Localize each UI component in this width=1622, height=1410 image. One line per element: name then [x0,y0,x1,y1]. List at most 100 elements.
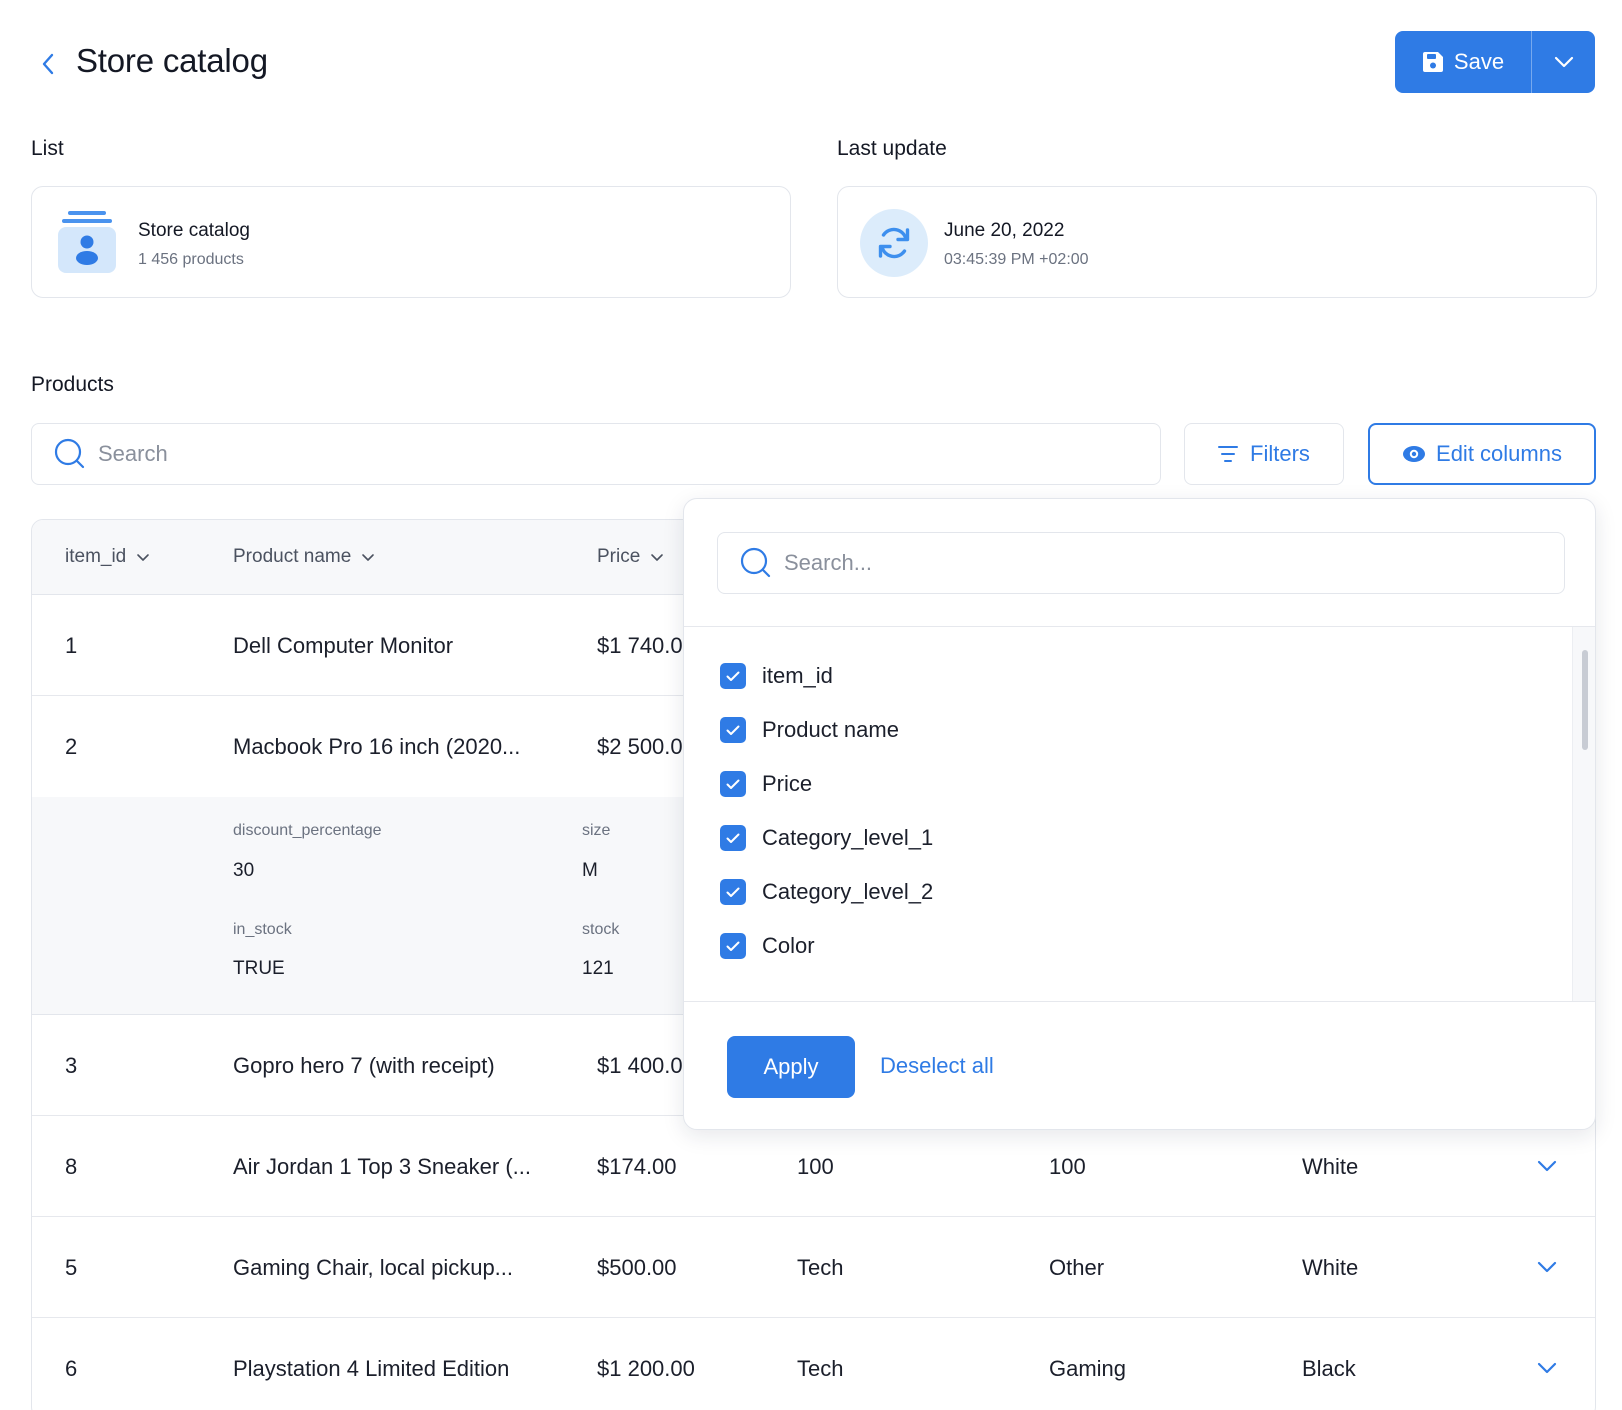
cell-item-id: 6 [65,1356,78,1381]
column-search [717,532,1565,594]
column-header-label: item_id [65,546,127,567]
detail-value-stock: 121 [582,958,614,979]
filters-button[interactable]: Filters [1184,423,1344,485]
check-icon [726,941,740,951]
refresh-icon-badge [860,209,928,277]
floppy-disk-icon [1422,52,1443,72]
check-icon [726,779,740,789]
checkbox-checked[interactable] [720,825,746,851]
column-option-label: Price [762,771,813,796]
column-option-item-id[interactable]: item_id [720,663,833,689]
column-list-scrollbar[interactable] [1572,627,1595,1001]
column-option-product-name[interactable]: Product name [720,717,899,743]
chevron-down-icon [137,553,150,561]
edit-columns-button-label: Edit columns [1436,441,1562,466]
cell-category-level-2: Other [1049,1255,1105,1280]
save-options-button[interactable] [1532,31,1595,93]
checkbox-checked[interactable] [720,771,746,797]
column-option-color[interactable]: Color [720,933,815,959]
column-option-label: Category_level_1 [762,825,934,850]
column-option-price[interactable]: Price [720,771,812,797]
save-button[interactable]: Save [1395,31,1531,93]
apply-button[interactable]: Apply [727,1036,855,1098]
product-search [31,423,1161,485]
column-option-label: item_id [762,663,833,688]
detail-label-in-stock: in_stock [233,921,292,938]
checkbox-checked[interactable] [720,933,746,959]
search-icon [740,547,771,578]
chevron-down-icon [1554,56,1573,68]
cell-price: $2 500.00 [597,734,695,759]
check-icon [726,671,740,681]
table-row[interactable]: 8 Air Jordan 1 Top 3 Sneaker (... $174.0… [32,1116,1595,1217]
column-header-label: Price [597,546,641,567]
chevron-down-icon [651,553,664,561]
cell-item-id: 5 [65,1255,78,1280]
cell-product-name: Gopro hero 7 (with receipt) [233,1053,495,1078]
column-option-category-level-2[interactable]: Category_level_2 [720,879,933,905]
cell-item-id: 1 [65,633,78,658]
cell-product-name: Air Jordan 1 Top 3 Sneaker (... [233,1154,531,1179]
column-header-item-id[interactable]: item_id [65,546,150,568]
column-header-product-name[interactable]: Product name [233,546,375,568]
cell-price: $1 400.00 [597,1053,695,1078]
column-search-input[interactable] [784,550,1544,576]
column-option-label: Product name [762,717,899,742]
cell-product-name: Dell Computer Monitor [233,633,454,658]
expand-row-icon[interactable] [1535,1255,1559,1279]
column-header-label: Product name [233,546,352,567]
last-update-date: June 20, 2022 [944,220,1065,241]
edit-columns-button[interactable]: Edit columns [1368,423,1596,485]
check-icon [726,833,740,843]
chevron-left-icon [42,53,54,75]
cell-price: $1 740.00 [597,633,695,658]
table-row[interactable]: 6 Playstation 4 Limited Edition $1 200.0… [32,1318,1595,1410]
filter-icon [1218,446,1239,462]
list-section-label: List [31,137,64,160]
products-section-label: Products [31,373,114,396]
save-button-label: Save [1453,49,1505,74]
detail-label-discount: discount_percentage [233,822,382,839]
scrollbar-thumb[interactable] [1582,650,1588,750]
cell-price: $500.00 [597,1255,677,1280]
save-button-group: Save [1395,31,1595,93]
expand-row-icon[interactable] [1535,1154,1559,1178]
list-card: Store catalog 1 456 products [31,186,791,298]
cell-color: White [1302,1255,1359,1280]
edit-columns-dropdown: item_id Product name Price Category_leve… [683,498,1596,1130]
cell-category-level-1: 100 [797,1154,834,1179]
column-header-price[interactable]: Price [597,546,664,568]
list-card-count: 1 456 products [138,251,244,268]
expand-row-icon[interactable] [1535,1356,1559,1380]
column-option-category-level-1[interactable]: Category_level_1 [720,825,933,851]
cell-product-name: Macbook Pro 16 inch (2020... [233,734,521,759]
checkbox-checked[interactable] [720,717,746,743]
cell-price: $174.00 [597,1154,677,1179]
deselect-all-button[interactable]: Deselect all [880,1053,994,1079]
search-input[interactable] [98,441,1098,467]
filters-button-label: Filters [1250,441,1310,466]
detail-label-stock: stock [582,921,620,938]
cell-product-name: Gaming Chair, local pickup... [233,1255,514,1280]
checkbox-checked[interactable] [720,879,746,905]
detail-value-in-stock: TRUE [233,958,285,979]
check-icon [726,725,740,735]
last-update-section-label: Last update [837,137,947,160]
catalog-icon [58,211,116,273]
cell-item-id: 3 [65,1053,78,1078]
cell-category-level-2: 100 [1049,1154,1086,1179]
cell-category-level-2: Gaming [1049,1356,1127,1381]
cell-price: $1 200.00 [597,1356,695,1381]
cell-product-name: Playstation 4 Limited Edition [233,1356,510,1381]
checkbox-checked[interactable] [720,663,746,689]
detail-value-size: M [582,860,598,881]
chevron-down-icon [362,553,375,561]
eye-icon [1403,446,1426,462]
search-icon [54,438,85,469]
last-update-card: June 20, 2022 03:45:39 PM +02:00 [837,186,1597,298]
cell-category-level-1: Tech [797,1356,844,1381]
back-button[interactable] [36,48,60,80]
refresh-icon [878,227,910,259]
cell-color: White [1302,1154,1359,1179]
table-row[interactable]: 5 Gaming Chair, local pickup... $500.00 … [32,1217,1595,1318]
